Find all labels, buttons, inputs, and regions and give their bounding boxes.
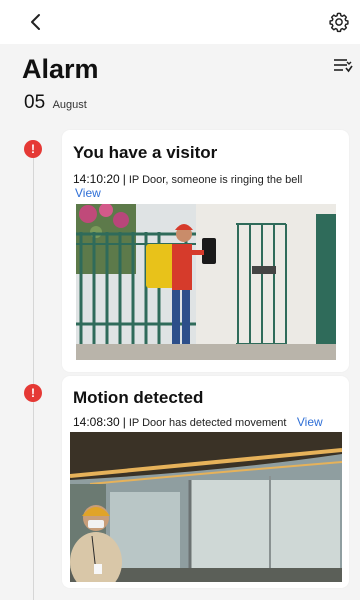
event-card-motion[interactable]: Motion detected 14:08:30 | IP Door has det… xyxy=(62,376,349,588)
event-separator: | xyxy=(122,172,126,186)
top-bar xyxy=(0,0,360,44)
exclamation-icon: ! xyxy=(24,384,42,402)
exclamation-icon: ! xyxy=(24,140,42,158)
event-card-visitor[interactable]: You have a visitor 14:10:20 | IP Door, som… xyxy=(62,130,349,372)
date-month: August xyxy=(52,99,87,111)
timeline-line xyxy=(33,150,34,600)
motion-snapshot-image[interactable] xyxy=(70,432,342,582)
event-meta: 14:10:20 | IP Door, someone is ringing the… xyxy=(73,170,302,188)
page-title: Alarm xyxy=(22,54,99,84)
event-title: Motion detected xyxy=(73,388,204,407)
view-link[interactable]: View xyxy=(297,415,323,429)
filter-list-icon[interactable] xyxy=(333,58,353,74)
visitor-snapshot-image[interactable] xyxy=(76,204,336,360)
date-row: 05 August xyxy=(24,92,87,114)
chevron-left-icon[interactable] xyxy=(26,12,46,32)
gear-icon[interactable] xyxy=(328,11,350,33)
view-link[interactable]: View xyxy=(75,186,101,200)
event-meta: 14:08:30 | IP Door has detected movement V… xyxy=(73,413,323,431)
event-description: IP Door, someone is ringing the bell xyxy=(128,174,303,186)
event-separator: | xyxy=(122,415,126,429)
event-description: IP Door has detected movement xyxy=(128,417,287,429)
event-time: 14:08:30 xyxy=(73,415,120,429)
event-title: You have a visitor xyxy=(73,143,218,162)
date-day: 05 xyxy=(24,92,46,113)
